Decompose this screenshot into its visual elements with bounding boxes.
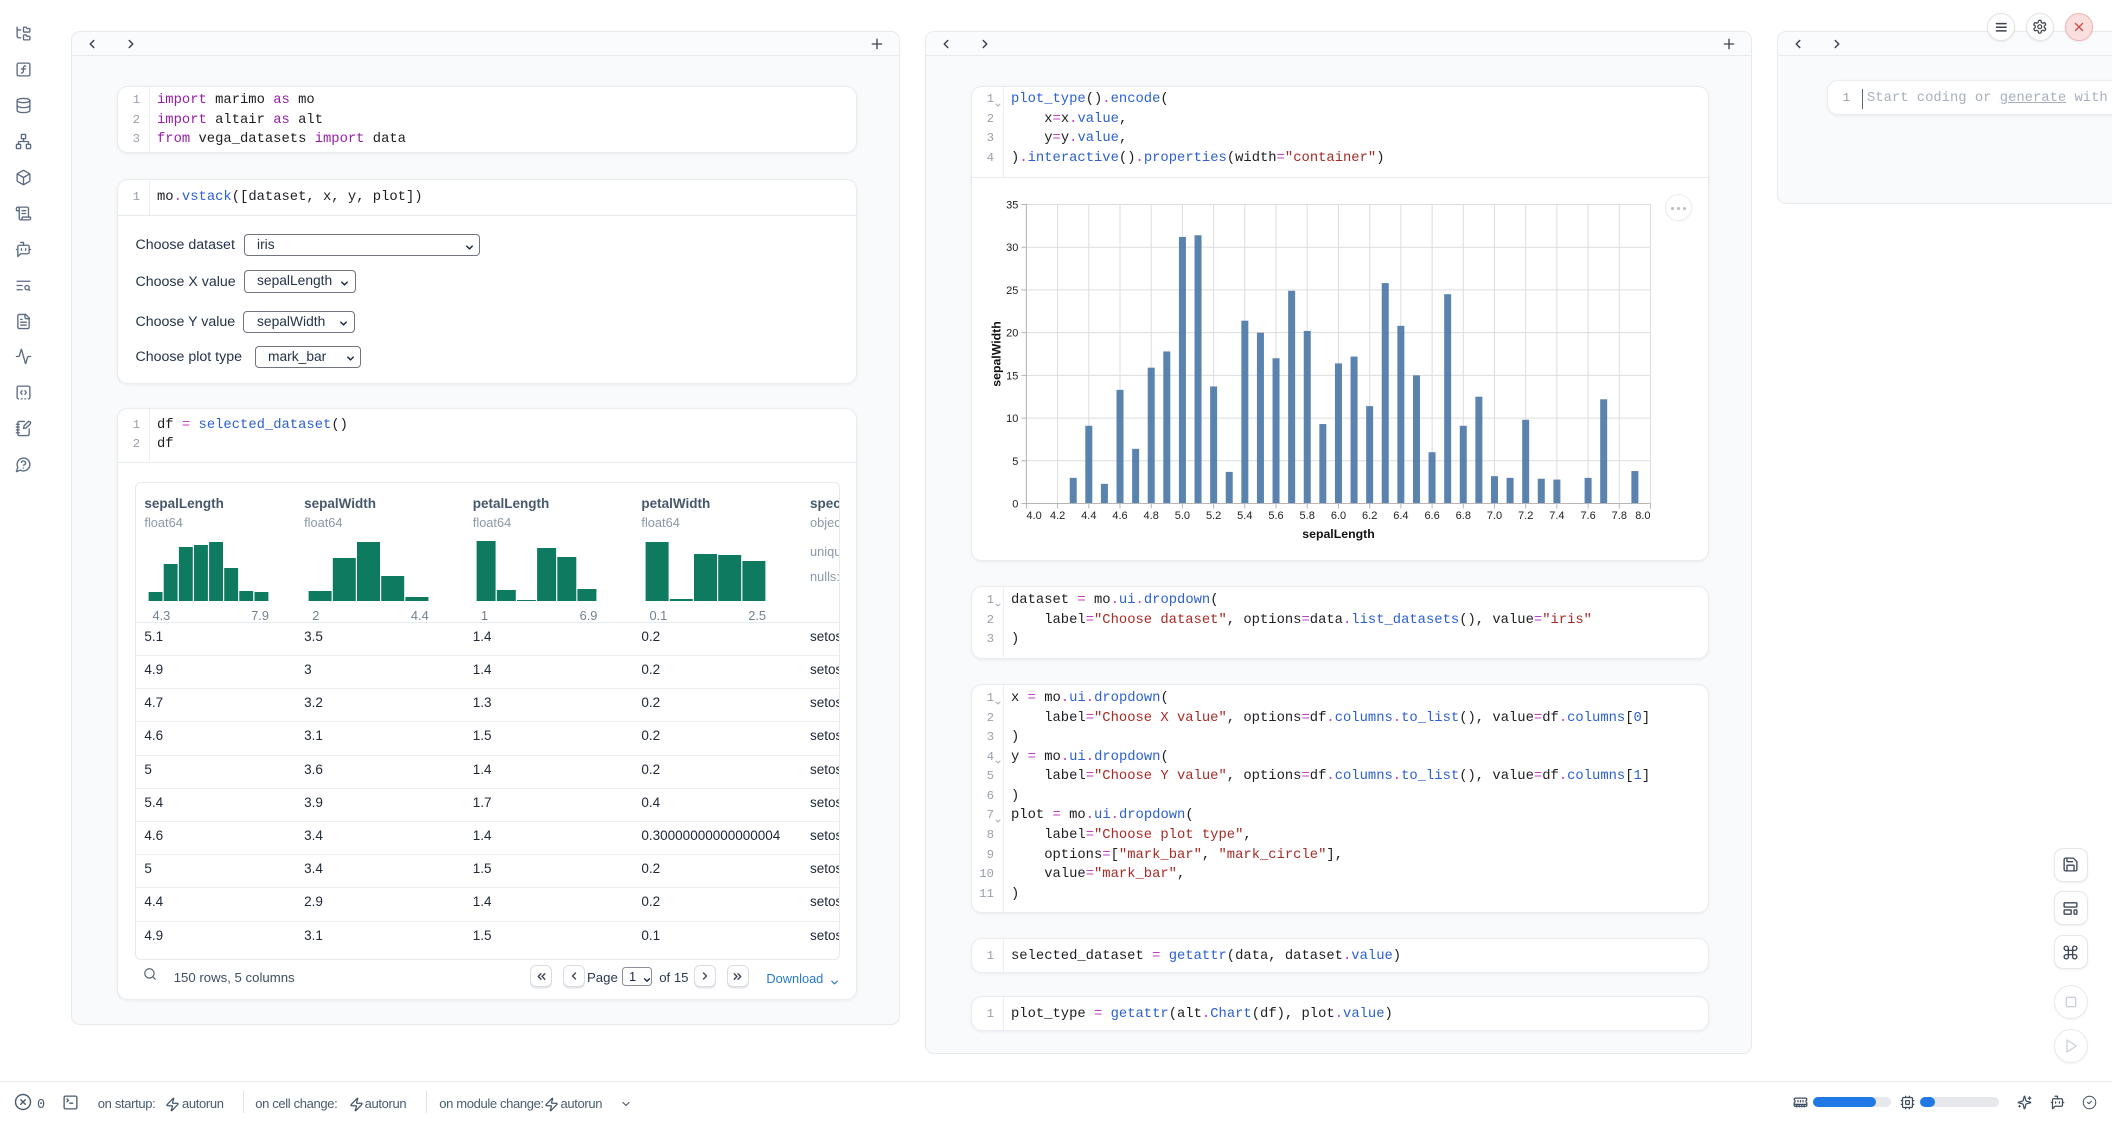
svg-text:6.8: 6.8: [1456, 510, 1471, 522]
svg-text:6.2: 6.2: [1362, 510, 1377, 522]
svg-text:30: 30: [1006, 242, 1018, 254]
svg-text:7.4: 7.4: [1549, 510, 1564, 522]
svg-text:5.0: 5.0: [1175, 510, 1190, 522]
svg-text:8.0: 8.0: [1635, 510, 1650, 522]
svg-text:4.0: 4.0: [1026, 510, 1041, 522]
svg-text:7.8: 7.8: [1612, 510, 1627, 522]
svg-text:7.6: 7.6: [1580, 510, 1595, 522]
svg-text:7.2: 7.2: [1518, 510, 1533, 522]
svg-text:5.6: 5.6: [1268, 510, 1283, 522]
svg-text:20: 20: [1006, 328, 1018, 340]
svg-text:4.2: 4.2: [1050, 510, 1065, 522]
svg-text:4.4: 4.4: [1081, 510, 1096, 522]
svg-text:5.4: 5.4: [1237, 510, 1252, 522]
svg-text:4.8: 4.8: [1144, 510, 1159, 522]
svg-text:10: 10: [1006, 413, 1018, 425]
svg-text:7.0: 7.0: [1487, 510, 1502, 522]
svg-text:25: 25: [1006, 285, 1018, 297]
svg-text:15: 15: [1006, 370, 1018, 382]
svg-text:sepalLength: sepalLength: [1302, 527, 1374, 541]
svg-text:6.0: 6.0: [1331, 510, 1346, 522]
svg-text:0: 0: [1012, 499, 1018, 511]
svg-text:6.4: 6.4: [1393, 510, 1408, 522]
svg-text:6.6: 6.6: [1424, 510, 1439, 522]
svg-text:sepalWidth: sepalWidth: [989, 321, 1003, 386]
svg-text:5: 5: [1012, 456, 1018, 468]
svg-text:4.6: 4.6: [1112, 510, 1127, 522]
svg-text:35: 35: [1006, 200, 1018, 212]
svg-text:5.2: 5.2: [1206, 510, 1221, 522]
svg-text:5.8: 5.8: [1300, 510, 1315, 522]
